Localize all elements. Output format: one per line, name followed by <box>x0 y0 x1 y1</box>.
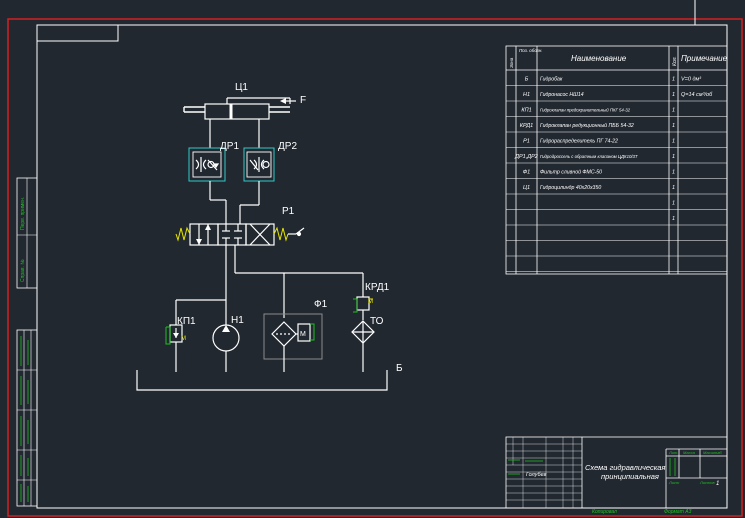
spec-header-zone: Зона <box>509 57 514 68</box>
title-line1: Схема гидравлическая <box>585 463 665 472</box>
spec-row-qty: 1 <box>672 139 675 145</box>
spec-row-name: Гидроцилиндр 40x20x350 <box>540 185 601 191</box>
spec-row-pos: ДР1,ДР2 <box>514 154 538 160</box>
side-stamp-sprav: Справ. № <box>20 259 26 282</box>
spec-row-qty: 1 <box>672 216 675 222</box>
spec-row-pos: Ф1 <box>523 170 530 176</box>
spec-row-qty: 1 <box>672 201 675 207</box>
side-stamp-perv: Перв. примен. <box>20 197 26 230</box>
spec-header-qty: Кол. <box>672 56 678 66</box>
title-line2: принципиальная <box>601 472 659 481</box>
spec-header-pos: Поз. обозн. <box>519 48 543 53</box>
label-safety: КП1 <box>177 316 196 327</box>
safety-valve-kp1 <box>165 324 183 372</box>
label-distributor: Р1 <box>282 206 295 217</box>
spec-row-name: Гидроклапан предохранительный ПКГ 54-32 <box>540 108 631 113</box>
title-sheets-label: Листов <box>699 480 715 485</box>
label-m-relief: М <box>368 299 373 305</box>
label-cooler: ТО <box>370 316 384 327</box>
label-m-safety: М <box>181 336 186 342</box>
label-m-filter: М <box>300 331 306 338</box>
spec-row-name: Гидроклапан редукционный ПББ 54-32 <box>540 122 634 129</box>
drawing-canvas: { "colors": { "background": "#212830", "… <box>0 0 745 518</box>
title-designer: Голубев <box>526 472 547 478</box>
spec-row-qty: 1 <box>672 170 675 176</box>
spec-row-note: Q=14 см³/об <box>681 92 713 98</box>
hydraulic-scheme-sheet: Перв. примен. Справ. № Ц1 F ДР1 ДР2 Р1 К… <box>7 0 743 517</box>
spec-row-name: Гидробак <box>540 77 563 83</box>
pump-n1 <box>212 300 240 372</box>
spec-row-pos: Р1 <box>523 139 530 145</box>
title-col-scale: Масштаб <box>703 450 722 455</box>
title-format-label: Формат А3 <box>664 509 692 515</box>
label-cylinder: Ц1 <box>235 82 248 93</box>
title-col-lit: Лит. <box>668 450 678 455</box>
spec-header-note: Примечание <box>681 54 728 63</box>
spec-row-qty: 1 <box>672 185 675 191</box>
label-filter: Ф1 <box>314 299 328 310</box>
spec-row-name: Гидронасос НШ14 <box>540 92 584 98</box>
spec-row-name: Гидродроссель с обратным клапаном ЦДК10/… <box>540 154 638 159</box>
spec-row-name: Фильтр сливной ФМС-50 <box>540 169 602 176</box>
spec-row-qty: 1 <box>672 108 675 114</box>
throttle-dr1 <box>188 147 226 182</box>
cooler-to <box>351 320 375 372</box>
title-col-mass: Масса <box>683 450 696 455</box>
spec-row-pos: Н1 <box>523 92 530 98</box>
tank-b <box>136 370 388 391</box>
throttle-dr2 <box>243 147 275 182</box>
label-throttle1: ДР1 <box>220 141 239 152</box>
side-stamp: Перв. примен. Справ. № <box>16 177 38 507</box>
spec-row-qty: 1 <box>672 92 675 98</box>
sheet-outer-frame <box>7 18 743 517</box>
label-tank: Б <box>396 363 403 374</box>
spec-row-pos: КРД1 <box>520 123 533 129</box>
spec-row-pos: КП1 <box>521 108 531 114</box>
spec-row-qty: 1 <box>672 154 675 160</box>
title-sheet-label: Лист <box>668 480 680 485</box>
spec-row-pos: Ц1 <box>523 185 530 191</box>
hydraulic-diagram <box>136 97 388 391</box>
title-copy-label: Копировал <box>592 509 617 515</box>
spec-row-pos: Б <box>525 77 529 83</box>
label-force: F <box>300 95 306 106</box>
distributor-r1 <box>175 223 305 246</box>
title-sheets-count: 1 <box>716 481 719 487</box>
label-throttle2: ДР2 <box>278 141 297 152</box>
label-relief: КРД1 <box>365 282 390 293</box>
spec-row-name: Гидрораспределитель ПГ 74-22 <box>540 139 618 145</box>
spec-row-note: V=0 дм³ <box>681 77 701 83</box>
spec-headers: Зона Поз. обозн. Наименование Кол. Приме… <box>509 48 728 68</box>
filter-f1 <box>263 313 323 372</box>
label-pump: Н1 <box>231 315 244 326</box>
spec-header-name: Наименование <box>571 54 627 63</box>
force-arrow <box>280 98 296 104</box>
top-left-stamp <box>37 25 119 42</box>
title-block: Схема гидравлическая принципиальная Голу… <box>505 436 728 515</box>
spec-row-qty: 1 <box>672 77 675 83</box>
spec-table: Зона Поз. обозн. Наименование Кол. Приме… <box>505 45 728 275</box>
diagram-labels: Ц1 F ДР1 ДР2 Р1 КРД1 Ф1 КП1 Н1 ТО Б М М … <box>177 82 403 374</box>
spec-row-qty: 1 <box>672 123 675 129</box>
cylinder-c1 <box>183 97 291 120</box>
sheet-inner-frame <box>36 24 728 509</box>
